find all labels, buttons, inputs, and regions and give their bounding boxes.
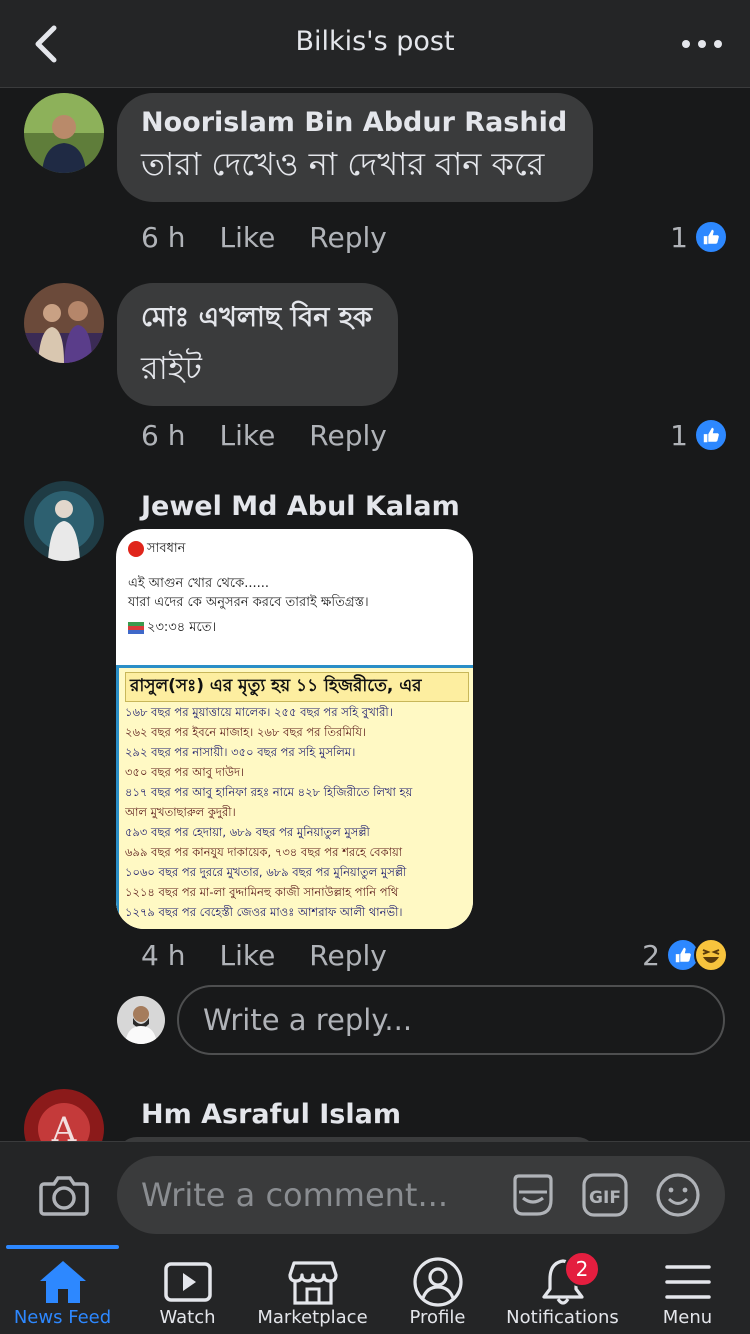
comment-item: Jewel Md Abul Kalam সাবধান এই আগুন খোর থ…: [0, 481, 750, 1071]
reaction-summary[interactable]: 2: [642, 935, 728, 975]
home-icon: [39, 1261, 86, 1303]
reaction-count: 1: [670, 418, 688, 452]
reaction-summary[interactable]: 1: [670, 217, 728, 257]
comment-author[interactable]: Hm Asraful Islam: [141, 1099, 401, 1130]
more-options-button[interactable]: [682, 30, 722, 58]
page-title: Bilkis's post: [295, 26, 455, 57]
hamburger-icon: [664, 1265, 711, 1299]
avatar[interactable]: [24, 481, 104, 561]
comment-item: A Hm Asraful Islam: [0, 1089, 750, 1141]
tab-menu[interactable]: Menu: [625, 1245, 750, 1334]
comment-time: 6 h: [141, 220, 186, 254]
comment-author[interactable]: মোঃ এখলাছ বিন হক: [141, 297, 372, 342]
like-button[interactable]: Like: [219, 939, 275, 972]
camera-icon: [39, 1176, 89, 1216]
comment-time: 6 h: [141, 418, 186, 452]
reply-button[interactable]: Reply: [309, 939, 387, 972]
red-circle-icon: [128, 540, 144, 557]
gif-icon: GIF: [582, 1173, 628, 1217]
gif-button[interactable]: GIF: [581, 1172, 629, 1218]
books-icon: [128, 621, 144, 634]
comment-input[interactable]: Write a comment... GIF: [117, 1156, 725, 1234]
sticker-button[interactable]: [509, 1172, 557, 1218]
comment-composer: Write a comment... GIF: [0, 1141, 750, 1245]
svg-text:A: A: [51, 1110, 77, 1141]
avatar[interactable]: [24, 283, 104, 363]
comment-placeholder: Write a comment...: [141, 1176, 448, 1214]
more-icon: [682, 40, 690, 48]
reaction-count: 1: [670, 220, 688, 254]
comment-author[interactable]: Jewel Md Abul Kalam: [141, 491, 460, 522]
sticker-icon: [513, 1174, 553, 1216]
comment-text: রাইট: [141, 349, 202, 387]
reply-button[interactable]: Reply: [309, 419, 387, 452]
comment-actions: 4 h Like Reply: [141, 935, 421, 975]
like-reaction-icon: [694, 418, 728, 452]
image-text-panel: রাসুল(সঃ) এর মৃত্যু হয় ১১ হিজরীতে, এর ১…: [116, 665, 473, 929]
comment-actions: 6 h Like Reply: [141, 415, 421, 455]
profile-icon: [412, 1257, 463, 1307]
reply-composer: Write a reply...: [0, 985, 750, 1061]
avatar[interactable]: [24, 93, 104, 173]
image-caption: সাবধান এই আগুন খোর থেকে...... যারা এদের …: [128, 540, 369, 635]
camera-button[interactable]: [38, 1172, 90, 1218]
like-reaction-icon: [694, 220, 728, 254]
comment-item: মোঃ এখলাছ বিন হক রাইট 6 h Like Reply 1: [0, 283, 750, 467]
reaction-count: 2: [642, 938, 660, 972]
store-icon: [287, 1261, 338, 1305]
top-bar: Bilkis's post: [0, 0, 750, 88]
comment-bubble[interactable]: Noorislam Bin Abdur Rashid তারা দেখেও না…: [117, 93, 594, 202]
notification-badge: 2: [564, 1251, 600, 1287]
comment-time: 4 h: [141, 938, 186, 972]
avatar[interactable]: A: [24, 1089, 104, 1141]
video-icon: [163, 1262, 212, 1302]
like-button[interactable]: Like: [219, 419, 275, 452]
emoji-icon: [656, 1173, 700, 1217]
comment-actions: 6 h Like Reply: [141, 217, 421, 257]
comment-text: তারা দেখেও না দেখার বান করে: [141, 145, 545, 183]
bottom-navigation: News Feed Watch Marketplace Profile 2 No…: [0, 1245, 750, 1334]
reaction-summary[interactable]: 1: [670, 415, 728, 455]
my-avatar: [117, 996, 165, 1044]
like-button[interactable]: Like: [219, 221, 275, 254]
comment-author[interactable]: Noorislam Bin Abdur Rashid: [141, 107, 567, 138]
comment-item: Noorislam Bin Abdur Rashid তারা দেখেও না…: [0, 89, 750, 269]
emoji-button[interactable]: [654, 1172, 702, 1218]
reply-button[interactable]: Reply: [309, 221, 387, 254]
svg-text:GIF: GIF: [589, 1188, 621, 1208]
comment-image[interactable]: সাবধান এই আগুন খোর থেকে...... যারা এদের …: [116, 529, 473, 929]
haha-reaction-icon: [694, 938, 728, 972]
comments-feed[interactable]: Noorislam Bin Abdur Rashid তারা দেখেও না…: [0, 89, 750, 1141]
comment-bubble[interactable]: মোঃ এখলাছ বিন হক রাইট: [117, 283, 398, 406]
reply-input[interactable]: Write a reply...: [177, 985, 725, 1055]
